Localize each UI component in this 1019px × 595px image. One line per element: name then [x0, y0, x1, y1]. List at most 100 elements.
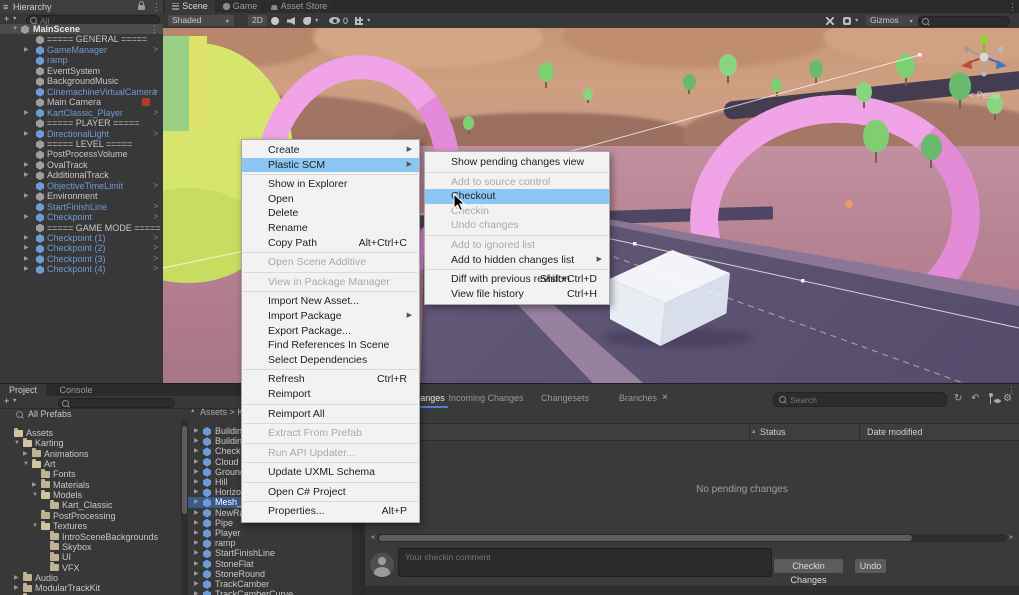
menu-item-import-new-asset[interactable]: Import New Asset...	[242, 294, 419, 309]
hierarchy-row-ovaltrack[interactable]: ▶OvalTrack	[0, 160, 163, 170]
effects-toggle-icon[interactable]	[303, 17, 311, 25]
menu-item-reimport-all[interactable]: Reimport All	[242, 407, 419, 422]
prefab-row-trackcamber[interactable]: ▶TrackCamber	[188, 579, 352, 589]
hierarchy-row-backgroundmusic[interactable]: BackgroundMusic	[0, 76, 163, 86]
expander-closed-icon[interactable]: ▶	[194, 487, 199, 497]
expander-closed-icon[interactable]: ▶	[194, 579, 199, 589]
prefab-nav-arrow[interactable]: >	[153, 129, 158, 140]
expander-closed-icon[interactable]: ▶	[194, 508, 199, 518]
expander-closed-icon[interactable]: ▶	[24, 191, 29, 202]
menu-item-export-package[interactable]: Export Package...	[242, 324, 419, 339]
prefab-nav-arrow[interactable]: >	[153, 243, 158, 254]
prefab-row-stoneround[interactable]: ▶StoneRound	[188, 569, 352, 579]
expander-closed-icon[interactable]: ▶	[194, 548, 199, 558]
expander-closed-icon[interactable]: ▶	[194, 518, 199, 528]
menu-item-diff-with-previous-revision[interactable]: Diff with previous revisionShift+Ctrl+D	[425, 272, 609, 287]
perspective-label[interactable]: < Persp	[969, 90, 1000, 100]
menu-item-open[interactable]: Open	[242, 192, 419, 207]
hierarchy-row-checkpoint-1[interactable]: ▶Checkpoint (1)>	[0, 233, 163, 243]
menu-item-plastic-scm[interactable]: Plastic SCM▶	[242, 158, 419, 173]
row-kebab-icon[interactable]: ⋮	[150, 24, 159, 35]
tab-incoming-changes[interactable]: Incoming Changes	[446, 390, 526, 408]
refresh-icon[interactable]: ↻	[954, 393, 962, 404]
grid-toggle-icon[interactable]	[355, 17, 363, 25]
branch-explorer-icon[interactable]	[990, 395, 999, 404]
expander-closed-icon[interactable]: ▶	[24, 233, 29, 244]
expander-closed-icon[interactable]: ▶	[24, 160, 29, 171]
audio-toggle-icon[interactable]	[287, 17, 295, 25]
menu-item-show-pending-changes-view[interactable]: Show pending changes view	[425, 155, 609, 170]
column-divider[interactable]	[749, 424, 750, 440]
expander-closed-icon[interactable]: ▶	[24, 264, 29, 275]
prefab-row-player[interactable]: ▶Player	[188, 528, 352, 538]
orientation-gizmo[interactable]	[958, 30, 1010, 82]
hierarchy-row-checkpoint-3[interactable]: ▶Checkpoint (3)>	[0, 254, 163, 264]
grid-dropdown-icon[interactable]: ▼	[366, 18, 371, 24]
expander-closed-icon[interactable]: ▶	[194, 436, 199, 446]
expander-closed-icon[interactable]: ▶	[194, 457, 199, 467]
prefab-row-ramp[interactable]: ▶ramp	[188, 538, 352, 548]
prefab-nav-arrow[interactable]: >	[153, 87, 158, 98]
prefab-nav-arrow[interactable]: >	[153, 254, 158, 265]
menu-item-add-to-hidden-changes-list[interactable]: Add to hidden changes list▶	[425, 253, 609, 268]
expander-closed-icon[interactable]: ▶	[24, 212, 29, 223]
tab-asset-store[interactable]: Asset Store	[265, 0, 333, 13]
expander-closed-icon[interactable]: ▶	[194, 589, 199, 595]
expander-closed-icon[interactable]: ▶	[24, 108, 29, 119]
shading-mode-dropdown[interactable]: Shaded ▼	[168, 15, 234, 26]
prefab-nav-arrow[interactable]: >	[153, 45, 158, 56]
hierarchy-row-objectivetimelimit[interactable]: ObjectiveTimeLimit>	[0, 181, 163, 191]
prefab-nav-arrow[interactable]: >	[153, 233, 158, 244]
expander-closed-icon[interactable]: ▶	[194, 446, 199, 456]
expander-closed-icon[interactable]: ▶	[24, 45, 29, 56]
prefab-nav-arrow[interactable]: >	[153, 212, 158, 223]
hierarchy-row-mainscene[interactable]: ▼MainScene⋮	[0, 24, 163, 34]
hierarchy-row-level[interactable]: ===== LEVEL =====	[0, 139, 163, 149]
hierarchy-row-ramp[interactable]: ramp	[0, 55, 163, 65]
hierarchy-row-checkpoint[interactable]: ▶Checkpoint>	[0, 212, 163, 222]
expander-closed-icon[interactable]: ▶	[194, 497, 199, 507]
2d-toggle-button[interactable]: 2D	[248, 15, 267, 26]
create-dropdown-icon[interactable]: ▼	[12, 16, 17, 22]
tab-branches[interactable]: Branches	[614, 390, 662, 408]
expander-open-icon[interactable]: ▼	[12, 24, 18, 35]
expander-closed-icon[interactable]: ▶	[194, 426, 199, 436]
tab-console[interactable]: Console	[48, 384, 104, 396]
hierarchy-row-environment[interactable]: ▶Environment	[0, 191, 163, 201]
menu-item-rename[interactable]: Rename	[242, 221, 419, 236]
menu-item-view-file-history[interactable]: View file historyCtrl+H	[425, 287, 609, 302]
scene-menu-icon[interactable]: ⋮	[1008, 2, 1016, 13]
checkin-comment-input[interactable]: Your checkin comment	[398, 548, 772, 577]
plastic-search-input[interactable]: Search	[773, 392, 947, 407]
undo-arrow-icon[interactable]: ↶	[971, 393, 979, 404]
prefab-row-trackcambercurve[interactable]: ▶TrackCamberCurve	[188, 589, 352, 595]
tools-icon[interactable]	[826, 17, 834, 25]
horizontal-scrollbar[interactable]: ◄ ►	[369, 534, 1015, 542]
menu-item-delete[interactable]: Delete	[242, 206, 419, 221]
prefab-nav-arrow[interactable]: >	[153, 108, 158, 119]
menu-item-update-uxml-schema[interactable]: Update UXML Schema	[242, 465, 419, 480]
prefab-nav-arrow[interactable]: >	[153, 264, 158, 275]
menu-item-select-dependencies[interactable]: Select Dependencies	[242, 353, 419, 368]
prefab-row-stoneflat[interactable]: ▶StoneFlat	[188, 559, 352, 569]
menu-item-import-package[interactable]: Import Package▶	[242, 309, 419, 324]
expander-closed-icon[interactable]: ▶	[24, 129, 29, 140]
menu-item-properties[interactable]: Properties...Alt+P	[242, 504, 419, 519]
hierarchy-row-general[interactable]: ===== GENERAL =====	[0, 34, 163, 44]
undo-button[interactable]: Undo	[855, 559, 886, 573]
scene-search-input[interactable]	[918, 16, 1010, 27]
column-header-status[interactable]: Status	[760, 427, 786, 437]
hierarchy-menu-icon[interactable]: ⋮	[152, 2, 160, 13]
expander-closed-icon[interactable]: ▶	[194, 538, 199, 548]
expander-closed-icon[interactable]: ▶	[194, 477, 199, 487]
lock-icon[interactable]	[138, 5, 145, 10]
prefab-nav-arrow[interactable]: >	[153, 181, 158, 192]
hierarchy-row-cinemachinevirtualcamera[interactable]: CinemachineVirtualCamera>	[0, 87, 163, 97]
hierarchy-row-player[interactable]: ===== PLAYER =====	[0, 118, 163, 128]
menu-item-open-c-project[interactable]: Open C# Project	[242, 485, 419, 500]
tab-scene[interactable]: Scene	[165, 0, 215, 13]
close-icon[interactable]: ×	[662, 392, 668, 403]
gear-icon[interactable]: ⚙	[1003, 393, 1012, 404]
hierarchy-row-checkpoint-2[interactable]: ▶Checkpoint (2)>	[0, 243, 163, 253]
hierarchy-row-kartclassic-player[interactable]: ▶KartClassic_Player>	[0, 108, 163, 118]
